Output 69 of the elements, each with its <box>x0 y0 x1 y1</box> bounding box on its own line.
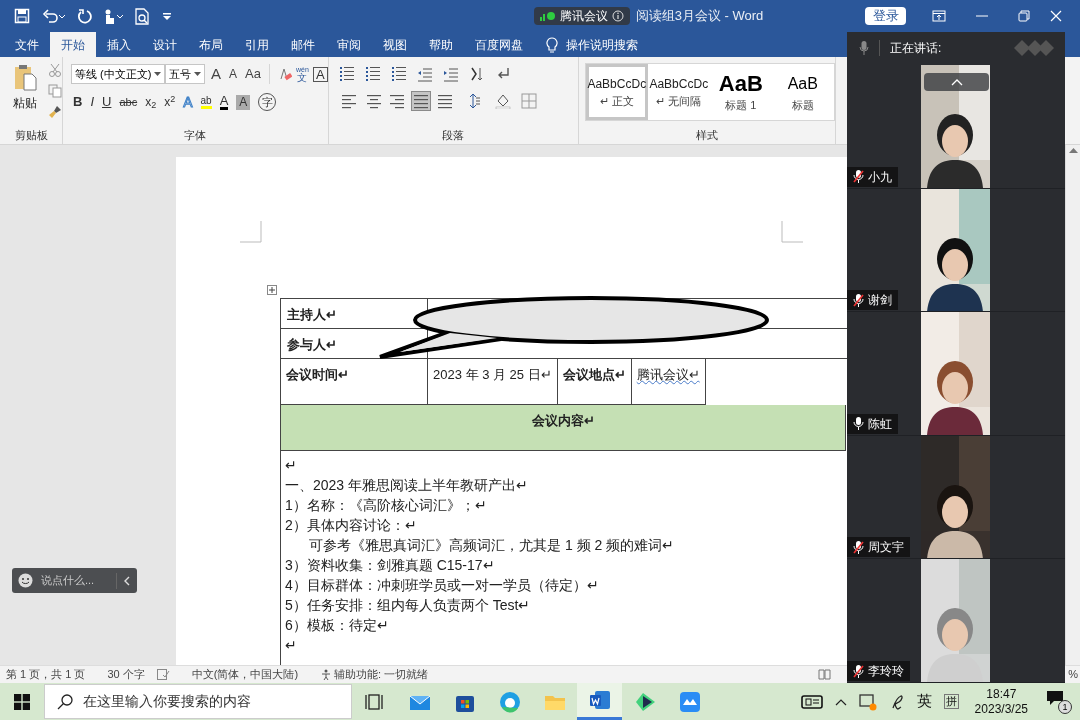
window-title: 阅读组3月会议 - Word <box>635 7 764 26</box>
ribbon-tab[interactable]: 视图 <box>372 32 418 57</box>
strikethrough-button[interactable]: abc <box>119 93 138 111</box>
body-text-line: 3）资料收集：剑雅真题 C15-17↵ <box>285 557 495 573</box>
ribbon-tab[interactable]: 布局 <box>188 32 234 57</box>
taskbar-search-field[interactable]: 在这里输入你要搜索的内容 <box>44 684 352 719</box>
grow-font-button[interactable]: A <box>209 62 223 86</box>
meeting-badge[interactable]: 腾讯会议 <box>533 7 630 25</box>
character-shading-button[interactable]: A <box>236 94 251 110</box>
notification-button[interactable]: 1 <box>1046 689 1072 714</box>
body-text-line: 4）目标群体：冲刺班学员或一对一学员（待定）↵ <box>285 577 599 593</box>
style-option[interactable]: AaBbCcDc ↵ 正文 <box>585 64 648 120</box>
participant-name: 谢剑 <box>868 292 892 310</box>
table-header-cell: 会议内容↵ <box>281 405 846 451</box>
body-text-line: ↵ <box>285 637 297 653</box>
participant-name: 陈虹 <box>868 415 892 433</box>
body-text-line: 1）名称：《高阶核心词汇》；↵ <box>285 497 487 513</box>
italic-button[interactable]: I <box>90 92 94 112</box>
body-text-line: ↵ <box>285 457 297 473</box>
ribbon-tab[interactable]: 帮助 <box>418 32 464 57</box>
group-label: 段落 <box>442 127 465 143</box>
ribbon-tab[interactable]: 引用 <box>234 32 280 57</box>
input-language[interactable]: 英 <box>916 690 932 713</box>
font-family-field[interactable]: 等线 (中文正文) <box>71 64 165 84</box>
style-option[interactable]: AaB 标题 1 <box>709 64 772 120</box>
clock[interactable]: 18:47 2023/3/25 <box>974 686 1028 717</box>
group-label: 字体 <box>184 127 207 143</box>
shrink-font-button[interactable]: A <box>227 65 240 83</box>
zoom-level[interactable]: % <box>1068 666 1078 683</box>
font-color-button[interactable]: A <box>219 94 229 110</box>
meeting-name: 腾讯会议 <box>559 8 608 25</box>
accessibility-status[interactable]: 辅助功能: 一切就绪 <box>334 666 429 683</box>
body-text-line: 可参考《雅思真词汇》高频词汇，尤其是 1 频 2 频的难词↵ <box>309 537 675 553</box>
body-text-line: 2）具体内容讨论：↵ <box>285 517 417 533</box>
body-text-line: 5）任务安排：组内每人负责两个 Test↵ <box>285 597 531 613</box>
change-case-button[interactable]: Aa <box>243 64 270 84</box>
participant-name: 周文宇 <box>868 539 904 557</box>
language-status[interactable]: 中文(简体，中国大陆) <box>191 666 299 683</box>
paste-button[interactable]: 粘贴 <box>10 63 40 121</box>
style-option[interactable]: AaBbCcDc ↵ 无间隔 <box>647 64 710 120</box>
ribbon-tab[interactable]: 文件 <box>4 32 50 57</box>
ribbon-tab[interactable]: 插入 <box>96 32 142 57</box>
body-text-line: 6）模板：待定↵ <box>285 617 389 633</box>
body-text-line: 一、2023 年雅思阅读上半年教研产出↵ <box>285 477 529 493</box>
participant-name: 李玲玲 <box>868 663 904 680</box>
notification-count: 1 <box>1058 699 1072 714</box>
superscript-button[interactable]: x$^{2}$ <box>164 93 176 111</box>
login-button[interactable]: 登录 <box>865 7 906 25</box>
ribbon-tab[interactable]: 邮件 <box>280 32 326 57</box>
input-mode[interactable]: 拼 <box>943 694 959 709</box>
highlight-button[interactable]: ab <box>200 95 212 109</box>
ribbon-tab[interactable]: 设计 <box>142 32 188 57</box>
font-size-field[interactable]: 五号 <box>165 64 205 84</box>
page-count[interactable]: 第 1 页，共 1 页 <box>6 666 86 683</box>
tell-me-search[interactable]: 操作说明搜索 <box>566 35 638 54</box>
ribbon-tab[interactable]: 百度网盘 <box>464 32 534 57</box>
underline-button[interactable]: U <box>102 92 112 112</box>
speaking-label: 正在讲话: <box>890 40 942 58</box>
group-label: 样式 <box>695 127 718 143</box>
participant-name: 小九 <box>868 168 892 186</box>
group-label: 剪贴板 <box>14 127 48 143</box>
bold-button[interactable]: B <box>73 92 83 112</box>
subscript-button[interactable]: x$_{2}$ <box>145 93 157 111</box>
style-option[interactable]: AaB 标题 <box>771 64 834 120</box>
character-border-button[interactable]: A <box>312 66 328 82</box>
comment-input-field[interactable]: 说点什么... <box>12 568 137 593</box>
word-count[interactable]: 30 个字 <box>107 666 145 683</box>
ribbon-tab[interactable]: 开始 <box>50 32 96 57</box>
ribbon-tab[interactable]: 审阅 <box>326 32 372 57</box>
